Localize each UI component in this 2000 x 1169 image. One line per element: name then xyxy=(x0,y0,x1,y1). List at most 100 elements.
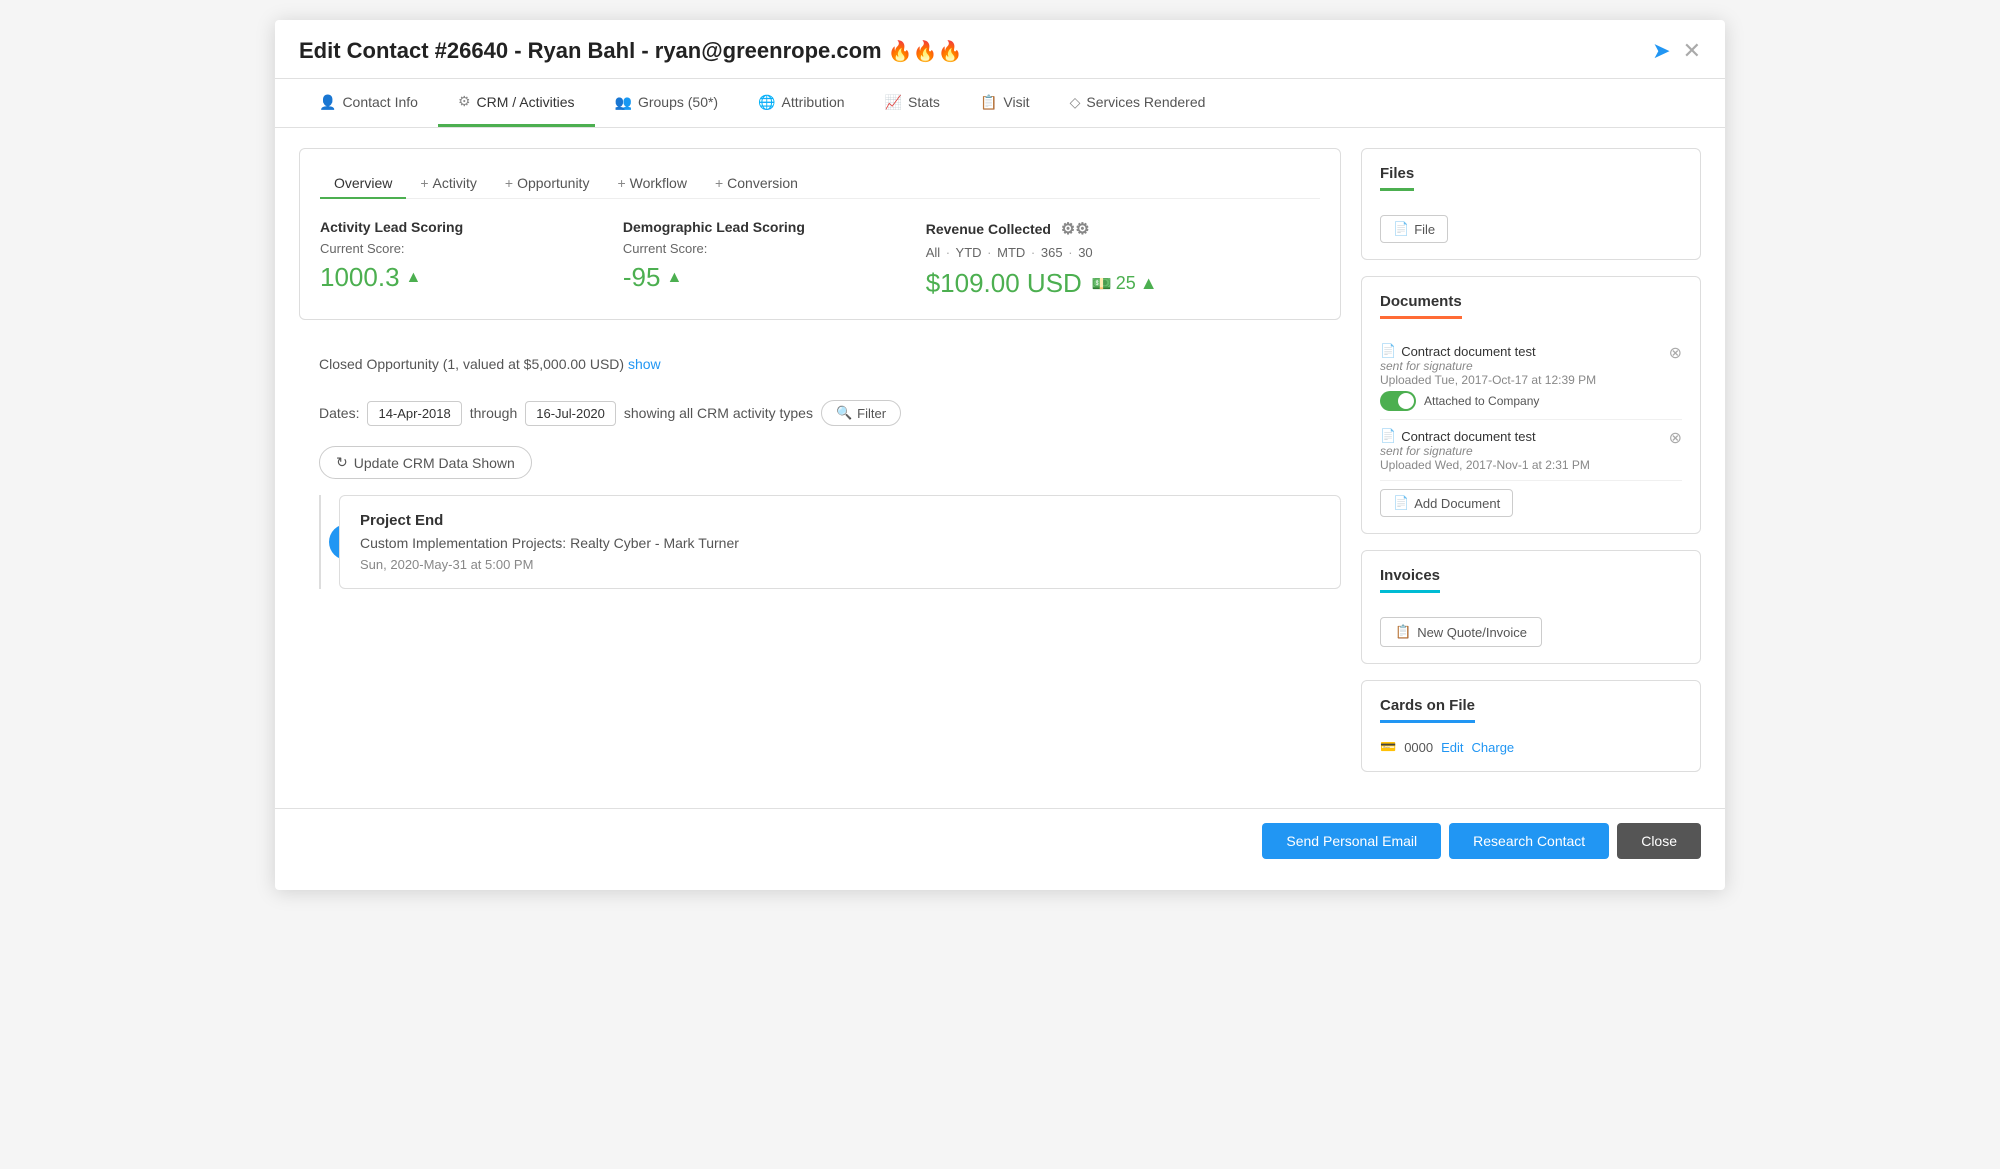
overview-card: Overview + Activity + Opportunity + Work… xyxy=(299,148,1341,320)
timeline-line xyxy=(319,495,321,589)
overview-tab-activity[interactable]: + Activity xyxy=(406,169,491,199)
doc-close-2[interactable]: ⊗ xyxy=(1669,428,1682,448)
nav-tabs: 👤 Contact Info ⚙ CRM / Activities 👥 Grou… xyxy=(275,79,1725,128)
revenue-filter-30[interactable]: 30 xyxy=(1078,245,1092,260)
doc-close-1[interactable]: ⊗ xyxy=(1669,343,1682,363)
date-from-input[interactable]: 14-Apr-2018 xyxy=(367,401,461,426)
revenue-filter-ytd[interactable]: YTD xyxy=(956,245,982,260)
add-document-button[interactable]: 📄 Add Document xyxy=(1380,489,1513,517)
attribution-icon: 🌐 xyxy=(758,94,775,111)
overview-tab-opportunity[interactable]: + Opportunity xyxy=(491,169,604,199)
invoices-card-title: Invoices xyxy=(1380,567,1440,593)
add-doc-icon: 📄 xyxy=(1393,495,1409,511)
revenue-title: Revenue Collected ⚙⚙ xyxy=(926,219,1320,239)
right-panel: Files 📄 File Documents 📄 Contr xyxy=(1361,148,1701,788)
activity-scoring-title: Activity Lead Scoring xyxy=(320,219,583,235)
tab-attribution[interactable]: 🌐 Attribution xyxy=(738,80,864,127)
tab-contact-info[interactable]: 👤 Contact Info xyxy=(299,80,438,127)
overview-tab-overview-label: Overview xyxy=(334,175,392,191)
demographic-scoring-value: -95 ▲ xyxy=(623,262,886,293)
tab-contact-info-label: Contact Info xyxy=(342,94,418,110)
revenue-filter-365[interactable]: 365 xyxy=(1041,245,1063,260)
modal-title-text: Edit Contact #26640 - Ryan Bahl - ryan@g… xyxy=(299,38,882,63)
invoices-card: Invoices 📋 New Quote/Invoice xyxy=(1361,550,1701,664)
overview-tab-activity-label: Activity xyxy=(433,175,477,191)
activity-scoring-block: Activity Lead Scoring Current Score: 100… xyxy=(320,219,583,293)
scores-row: Activity Lead Scoring Current Score: 100… xyxy=(320,219,1320,299)
modal-title: Edit Contact #26640 - Ryan Bahl - ryan@g… xyxy=(299,38,962,64)
credit-card-icon: 💳 xyxy=(1380,739,1396,755)
research-contact-button[interactable]: Research Contact xyxy=(1449,823,1609,859)
tab-visit[interactable]: 📋 Visit xyxy=(960,80,1050,127)
tab-services-rendered[interactable]: ◇ Services Rendered xyxy=(1050,80,1226,127)
add-doc-label: Add Document xyxy=(1414,496,1500,511)
tab-stats[interactable]: 📈 Stats xyxy=(865,80,960,127)
new-invoice-button[interactable]: 📋 New Quote/Invoice xyxy=(1380,617,1542,647)
timeline-section: Closed Opportunity (1, valued at $5,000.… xyxy=(299,340,1341,589)
document-item-2: 📄 Contract document test sent for signat… xyxy=(1380,420,1682,481)
invoice-btn-label: New Quote/Invoice xyxy=(1417,625,1527,640)
timeline-item: ■ Project End Custom Implementation Proj… xyxy=(339,495,1341,589)
card-edit-link[interactable]: Edit xyxy=(1441,740,1463,755)
revenue-filter-all[interactable]: All xyxy=(926,245,940,260)
revenue-filter-mtd[interactable]: MTD xyxy=(997,245,1025,260)
overview-tab-conversion[interactable]: + Conversion xyxy=(701,169,812,199)
stats-icon: 📈 xyxy=(885,94,902,111)
demographic-scoring-block: Demographic Lead Scoring Current Score: … xyxy=(623,219,886,293)
attached-company-toggle-1[interactable] xyxy=(1380,391,1416,411)
visit-icon: 📋 xyxy=(980,94,997,111)
dates-row: Dates: 14-Apr-2018 through 16-Jul-2020 s… xyxy=(299,388,1341,438)
invoice-icon: 📋 xyxy=(1395,624,1411,640)
file-button[interactable]: 📄 File xyxy=(1380,215,1448,243)
modal-header: Edit Contact #26640 - Ryan Bahl - ryan@g… xyxy=(275,20,1725,79)
tab-crm-activities[interactable]: ⚙ CRM / Activities xyxy=(438,79,595,127)
cards-on-file-card: Cards on File 💳 0000 Edit Charge xyxy=(1361,680,1701,772)
activity-scoring-value: 1000.3 ▲ xyxy=(320,262,583,293)
modal-header-icons: ➤ ✕ xyxy=(1652,38,1701,64)
file-btn-label: File xyxy=(1414,222,1435,237)
filter-button[interactable]: 🔍 Filter xyxy=(821,400,901,426)
update-btn-label: Update CRM Data Shown xyxy=(354,455,515,471)
event-title: Project End xyxy=(360,512,1320,529)
close-button[interactable]: Close xyxy=(1617,823,1701,859)
update-crm-button[interactable]: ↻ Update CRM Data Shown xyxy=(319,446,532,479)
activity-score-trend: ▲ xyxy=(406,269,422,287)
files-card-title: Files xyxy=(1380,165,1414,191)
fire-emoji: 🔥🔥🔥 xyxy=(888,41,963,63)
main-content: Overview + Activity + Opportunity + Work… xyxy=(275,128,1725,808)
card-charge-link[interactable]: Charge xyxy=(1472,740,1515,755)
tab-stats-label: Stats xyxy=(908,94,940,110)
doc-name-1: 📄 Contract document test xyxy=(1380,343,1661,359)
closed-opp-show-link[interactable]: show xyxy=(628,356,661,372)
card-number: 0000 xyxy=(1404,740,1433,755)
tab-groups[interactable]: 👥 Groups (50*) xyxy=(595,80,739,127)
contact-info-icon: 👤 xyxy=(319,94,336,111)
revenue-amount-row: $109.00 USD 💵 25 ▲ xyxy=(926,268,1320,299)
timeline-event: Project End Custom Implementation Projec… xyxy=(339,495,1341,589)
overview-tab-overview[interactable]: Overview xyxy=(320,169,406,199)
revenue-count-trend: ▲ xyxy=(1140,273,1158,294)
cards-title: Cards on File xyxy=(1380,697,1475,723)
doc-sub-1: sent for signature xyxy=(1380,359,1661,373)
left-panel: Overview + Activity + Opportunity + Work… xyxy=(299,148,1341,605)
event-description: Custom Implementation Projects: Realty C… xyxy=(360,535,1320,551)
crm-icon: ⚙ xyxy=(458,93,471,110)
tab-attribution-label: Attribution xyxy=(782,94,845,110)
edit-contact-modal: Edit Contact #26640 - Ryan Bahl - ryan@g… xyxy=(275,20,1725,890)
overview-tab-workflow[interactable]: + Workflow xyxy=(603,169,701,199)
send-email-button[interactable]: Send Personal Email xyxy=(1262,823,1441,859)
date-to-input[interactable]: 16-Jul-2020 xyxy=(525,401,616,426)
files-card: Files 📄 File xyxy=(1361,148,1701,260)
closed-opportunity: Closed Opportunity (1, valued at $5,000.… xyxy=(299,340,1341,388)
event-date: Sun, 2020-May-31 at 5:00 PM xyxy=(360,557,1320,572)
doc-name-2: 📄 Contract document test xyxy=(1380,428,1661,444)
revenue-info-icon[interactable]: ⚙⚙ xyxy=(1061,221,1090,238)
demographic-scoring-sublabel: Current Score: xyxy=(623,241,886,256)
demographic-score-number: -95 xyxy=(623,262,661,293)
doc-name-text-1: Contract document test xyxy=(1401,344,1535,359)
close-icon[interactable]: ✕ xyxy=(1683,38,1701,64)
doc-name-text-2: Contract document test xyxy=(1401,429,1535,444)
doc-date-2: Uploaded Wed, 2017-Nov-1 at 2:31 PM xyxy=(1380,458,1661,472)
doc-sub-2: sent for signature xyxy=(1380,444,1661,458)
forward-icon[interactable]: ➤ xyxy=(1652,38,1670,64)
